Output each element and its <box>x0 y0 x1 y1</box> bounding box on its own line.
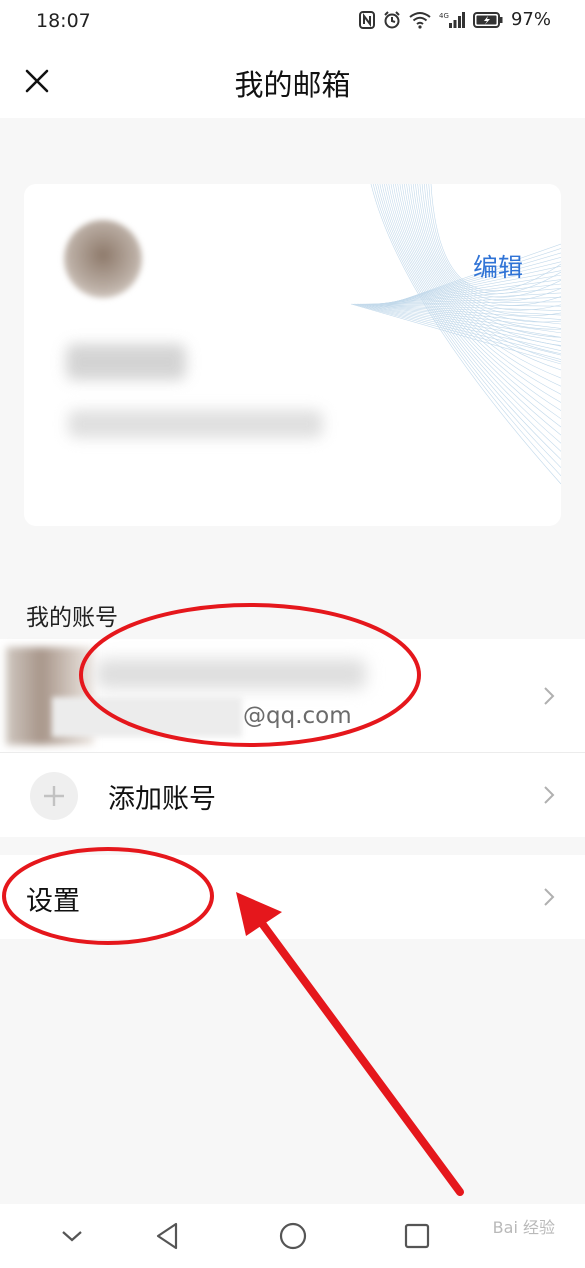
edit-profile-link[interactable]: 编辑 <box>473 248 523 284</box>
account-list: @qq.com 添加账号 <box>0 639 585 837</box>
title-bar: 我的邮箱 <box>0 44 585 118</box>
4g-signal-icon: 4G <box>439 11 465 28</box>
status-icons: 4G 97% <box>358 9 551 30</box>
account-email-redacted <box>52 697 242 737</box>
status-time: 18:07 <box>36 10 91 32</box>
chevron-right-icon <box>544 687 555 705</box>
nfc-icon <box>358 10 375 29</box>
add-circle <box>30 772 78 820</box>
home-icon[interactable] <box>279 1218 307 1254</box>
wifi-icon <box>409 11 431 29</box>
battery-percent: 97% <box>510 9 551 30</box>
chevron-right-icon <box>544 786 555 804</box>
battery-icon <box>472 11 503 28</box>
add-account-row[interactable]: 添加账号 <box>0 753 585 837</box>
profile-avatar <box>64 220 142 298</box>
settings-label: 设置 <box>26 886 80 917</box>
alarm-icon <box>384 10 400 28</box>
card-line-pattern <box>350 184 561 485</box>
account-email-suffix: @qq.com <box>243 703 352 729</box>
account-name-redacted <box>96 659 366 689</box>
plus-icon <box>44 786 64 806</box>
chevron-right-icon <box>544 888 555 906</box>
status-bar: 18:07 4G 97% <box>0 0 585 44</box>
settings-row[interactable]: 设置 <box>0 855 585 939</box>
svg-text:4G: 4G <box>439 12 449 20</box>
collapse-down-icon[interactable] <box>60 1218 84 1254</box>
account-row[interactable]: @qq.com <box>0 639 585 753</box>
profile-card: 编辑 <box>24 184 561 526</box>
my-accounts-label: 我的账号 <box>26 605 118 631</box>
back-icon[interactable] <box>154 1218 182 1254</box>
recents-icon[interactable] <box>404 1218 430 1254</box>
profile-email-redacted <box>68 410 323 438</box>
page-title: 我的邮箱 <box>234 68 351 102</box>
profile-name-redacted <box>66 344 186 380</box>
add-account-label: 添加账号 <box>108 784 216 815</box>
watermark: Bai 经验 <box>492 1218 555 1237</box>
